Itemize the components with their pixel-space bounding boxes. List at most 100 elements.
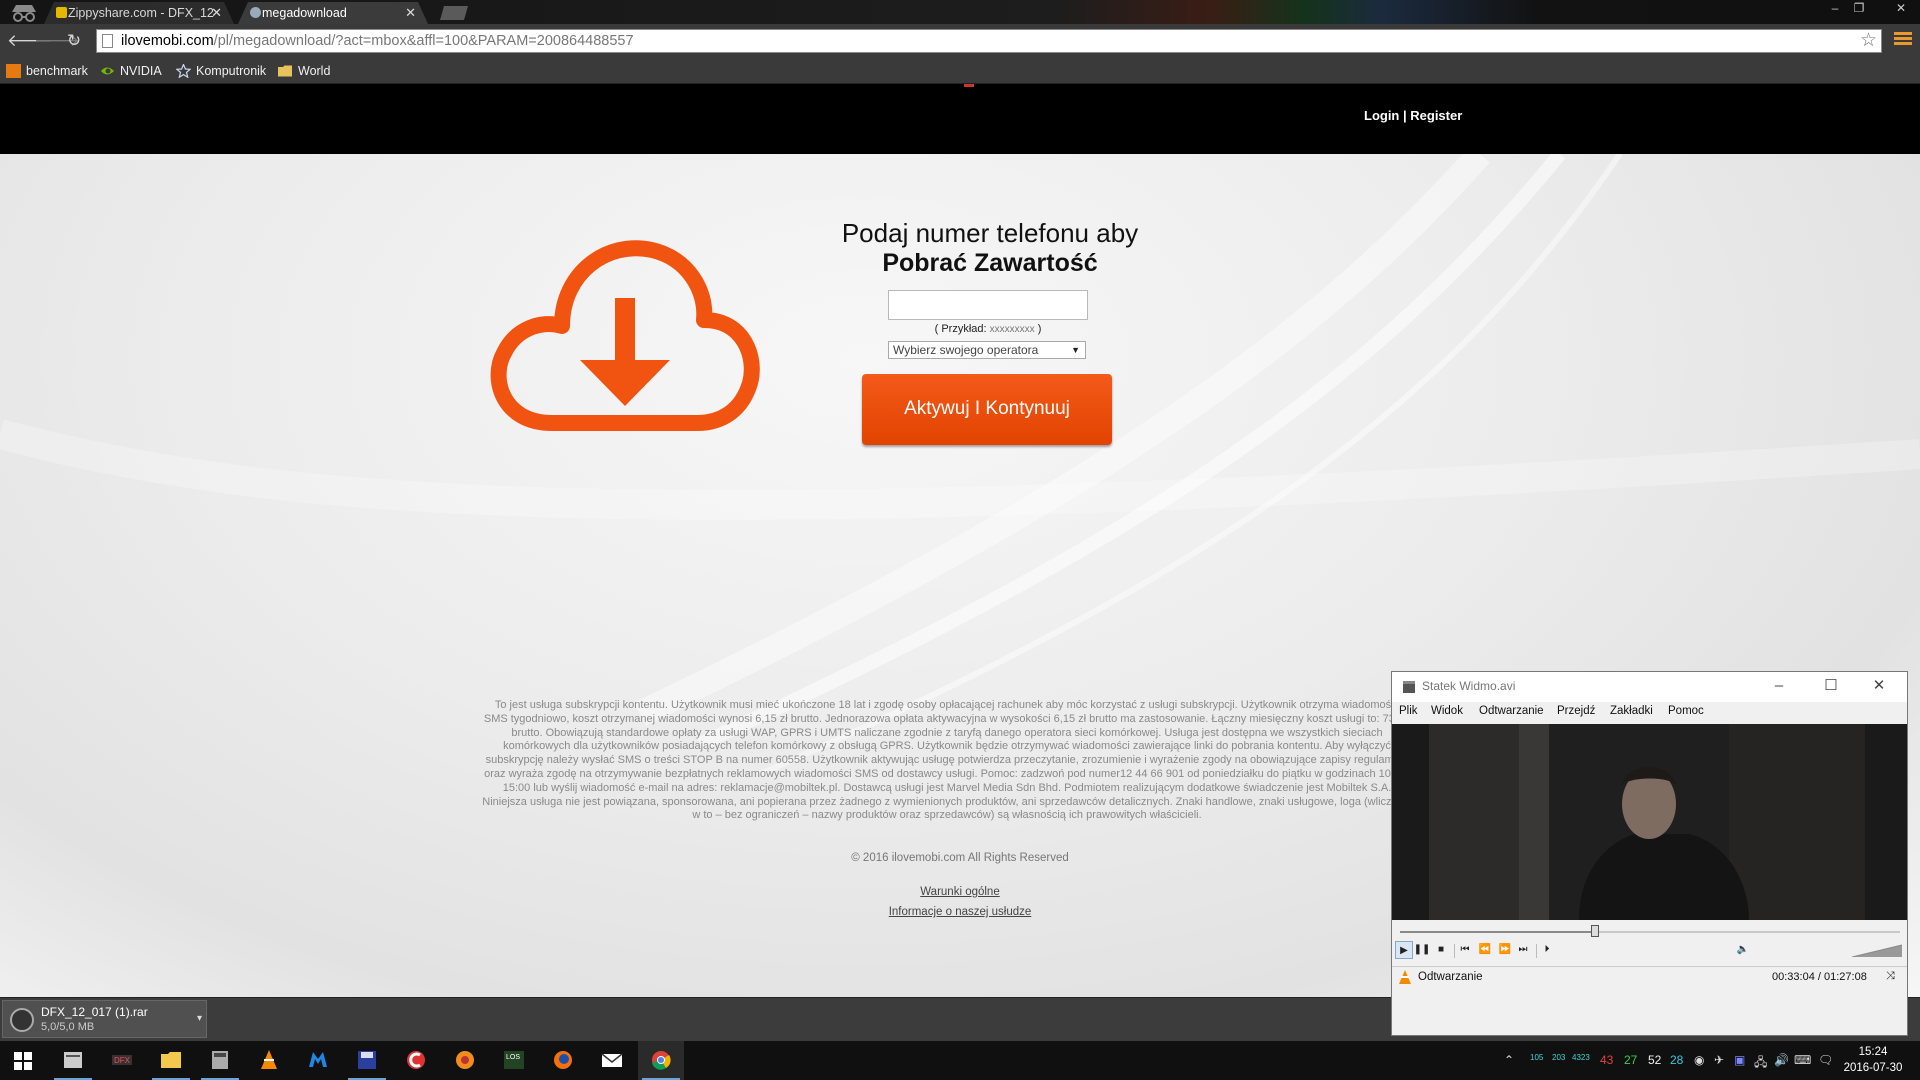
- previous-button[interactable]: ⏮: [1456, 941, 1474, 959]
- speaker-icon[interactable]: 🔈: [1734, 941, 1752, 959]
- seek-bar[interactable]: [1400, 925, 1900, 937]
- vlc-minimize-button[interactable]: –: [1764, 675, 1794, 697]
- taskbar-button-media[interactable]: [442, 1041, 488, 1080]
- close-tab-icon[interactable]: ✕: [211, 2, 222, 24]
- forward-button[interactable]: 🡒: [34, 32, 80, 50]
- bookmark-label: World: [298, 64, 331, 78]
- headline: Podaj numer telefonu aby Pobrać Zawartoś…: [740, 218, 1240, 278]
- auth-separator: |: [1399, 108, 1411, 123]
- menu-plik[interactable]: Plik: [1399, 705, 1418, 717]
- video-area[interactable]: [1392, 724, 1907, 920]
- nvidia-icon: [101, 67, 114, 75]
- headline-line-2: Pobrać Zawartość: [882, 249, 1098, 277]
- notifications-icon[interactable]: 🗨: [1818, 1053, 1833, 1067]
- register-link[interactable]: Register: [1410, 108, 1462, 123]
- next-button[interactable]: ⏭: [1514, 941, 1532, 959]
- phone-example-hint: ( Przykład: xxxxxxxxx ): [888, 323, 1088, 335]
- volume-slider[interactable]: [1852, 943, 1904, 957]
- fast-forward-button[interactable]: ⏩: [1496, 941, 1514, 959]
- play-button[interactable]: ▶: [1395, 941, 1413, 959]
- site-header: Login | Register: [0, 84, 1920, 154]
- network-icon[interactable]: 🖧: [1754, 1053, 1767, 1074]
- tray-value-green: 27: [1624, 1053, 1638, 1067]
- cloud-download-icon: [490, 240, 760, 431]
- frame-step-button[interactable]: ⏵: [1538, 941, 1556, 959]
- steam-icon[interactable]: ◉: [1694, 1053, 1704, 1067]
- vlc-cone-icon: [1399, 970, 1411, 984]
- taskbar-button-los[interactable]: LOS: [491, 1041, 537, 1080]
- phone-number-input[interactable]: [888, 290, 1088, 320]
- login-link[interactable]: Login: [1364, 108, 1399, 123]
- menu-zakladki[interactable]: Zakładki: [1610, 705, 1653, 717]
- chevron-down-icon[interactable]: ▾: [197, 1013, 202, 1024]
- download-size: 5,0/5,0 MB: [41, 1021, 95, 1033]
- firefox-icon: [554, 1051, 572, 1069]
- menu-widok[interactable]: Widok: [1431, 705, 1463, 717]
- bookmark-world[interactable]: World: [278, 62, 330, 80]
- bookmark-nvidia[interactable]: NVIDIA: [100, 62, 162, 80]
- vlc-controls: ▶ ❚❚ ■ ⏮ ⏪ ⏩ ⏭ ⏵ 🔈: [1392, 940, 1907, 962]
- address-bar[interactable]: ilovemobi.com/pl/megadownload/?act=mbox&…: [96, 29, 1882, 53]
- vlc-maximize-button[interactable]: ☐: [1816, 675, 1846, 697]
- clock[interactable]: 15:24 2016-07-30: [1838, 1044, 1908, 1076]
- tab-megadownload[interactable]: megadownload ✕: [238, 2, 428, 24]
- header-accent: [964, 84, 974, 87]
- taskbar-button-save[interactable]: [344, 1041, 390, 1080]
- taskbar-button-firefox[interactable]: [540, 1041, 586, 1080]
- taskbar-button-calculator[interactable]: [197, 1041, 243, 1080]
- tray-temp-3: 4323: [1572, 1053, 1590, 1062]
- url-path: /pl/megadownload/?act=mbox&affl=100&PARA…: [213, 33, 634, 49]
- taskbar-button-mail[interactable]: [589, 1041, 635, 1080]
- minimize-window-button[interactable]: ‒: [1824, 0, 1846, 16]
- taskbar-button-dfx[interactable]: DFX: [99, 1041, 145, 1080]
- reload-button[interactable]: ↻: [64, 32, 84, 50]
- service-info-link[interactable]: Informacje o naszej usłudze: [810, 906, 1110, 918]
- taskbar-button-ccleaner[interactable]: [393, 1041, 439, 1080]
- taskbar: DFX LOS ⌃ 105 203 4323 43 27 52 28 ◉ ✈ ▣ …: [0, 1041, 1920, 1080]
- tab-label: megadownload: [262, 6, 347, 20]
- bookmark-star-icon[interactable]: ☆: [1860, 30, 1877, 52]
- volume-icon[interactable]: 🔊: [1774, 1053, 1789, 1067]
- bookmark-komputronik[interactable]: Komputronik: [176, 62, 266, 80]
- keyboard-icon[interactable]: ⌨: [1794, 1053, 1811, 1067]
- shuffle-icon[interactable]: ⤨: [1886, 970, 1895, 983]
- star-icon: [176, 64, 191, 78]
- browser-title-bar: Zippyshare.com - DFX_12 ✕ megadownload ✕…: [0, 0, 1920, 24]
- taskbar-button-file-manager[interactable]: [50, 1041, 96, 1080]
- close-tab-icon[interactable]: ✕: [405, 2, 416, 24]
- display-icon[interactable]: ▣: [1734, 1053, 1745, 1067]
- archive-file-icon: [10, 1008, 34, 1032]
- back-button[interactable]: 🡐: [7, 32, 53, 50]
- taskbar-button-vlc[interactable]: [246, 1041, 292, 1080]
- activate-continue-button[interactable]: Aktywuj I Kontynuuj: [862, 374, 1112, 445]
- chevron-up-icon[interactable]: ⌃: [1504, 1053, 1514, 1067]
- windows-start-icon[interactable]: [14, 1052, 32, 1070]
- bookmark-label: Komputronik: [196, 64, 267, 78]
- menu-pomoc[interactable]: Pomoc: [1668, 705, 1704, 717]
- file-manager-icon: [64, 1052, 82, 1068]
- bookmark-label: NVIDIA: [120, 64, 162, 78]
- rewind-button[interactable]: ⏪: [1476, 941, 1494, 959]
- chrome-menu-button[interactable]: [1894, 32, 1912, 48]
- tray-value-white: 52: [1648, 1053, 1662, 1067]
- pause-button[interactable]: ❚❚: [1413, 941, 1431, 959]
- tab-zippyshare[interactable]: Zippyshare.com - DFX_12 ✕: [44, 2, 234, 24]
- stop-button[interactable]: ■: [1432, 941, 1450, 959]
- close-window-button[interactable]: ✕: [1886, 0, 1916, 16]
- download-item[interactable]: DFX_12_017 (1).rar 5,0/5,0 MB ▾: [2, 1000, 207, 1038]
- auth-links: Login | Register: [1364, 108, 1462, 123]
- operator-selected: Wybierz swojego operatora: [893, 343, 1039, 357]
- taskbar-button-chrome[interactable]: [638, 1041, 684, 1080]
- restore-window-button[interactable]: ❐: [1848, 0, 1870, 16]
- menu-przejdz[interactable]: Przejdź: [1557, 705, 1595, 717]
- seek-handle[interactable]: [1591, 925, 1599, 937]
- new-tab-button[interactable]: [440, 6, 468, 20]
- plane-icon[interactable]: ✈: [1714, 1053, 1724, 1067]
- menu-odtwarzanie[interactable]: Odtwarzanie: [1479, 705, 1544, 717]
- taskbar-button-malwarebytes[interactable]: [295, 1041, 341, 1080]
- vlc-close-button[interactable]: ✕: [1864, 675, 1894, 697]
- terms-link[interactable]: Warunki ogólne: [810, 886, 1110, 898]
- bookmark-benchmark[interactable]: benchmark: [6, 62, 88, 80]
- taskbar-button-explorer[interactable]: [148, 1041, 194, 1080]
- operator-select[interactable]: Wybierz swojego operatora ▼: [888, 341, 1086, 359]
